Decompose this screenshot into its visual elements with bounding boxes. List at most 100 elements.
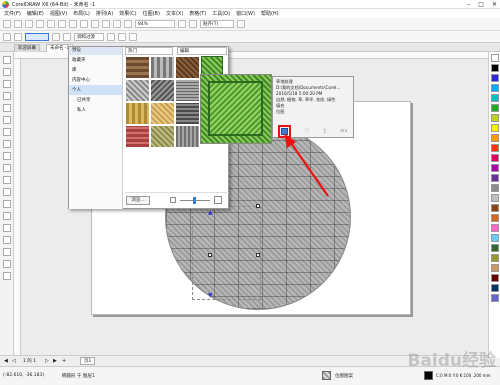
node-icon[interactable] <box>14 32 22 41</box>
menu-file[interactable]: 文件(F) <box>4 10 21 17</box>
add-page-icon[interactable]: + <box>62 358 66 364</box>
folder-content-center[interactable]: 内容中心 <box>69 75 122 85</box>
pattern-thumbnail[interactable] <box>150 102 175 125</box>
folder-private[interactable]: 私人 <box>69 105 122 115</box>
polygon-tool-icon[interactable] <box>3 152 11 160</box>
pattern-thumbnail[interactable] <box>125 102 150 125</box>
palette-swatch[interactable] <box>491 164 499 172</box>
fill-edit-icon[interactable] <box>63 32 71 41</box>
palette-swatch[interactable] <box>491 214 499 222</box>
launcher-icon[interactable] <box>124 20 132 28</box>
blend-tool-icon[interactable] <box>3 212 11 220</box>
palette-swatch[interactable] <box>491 234 499 242</box>
palette-swatch[interactable] <box>491 274 499 282</box>
palette-swatch[interactable] <box>491 174 499 182</box>
palette-swatch[interactable] <box>491 124 499 132</box>
last-page-icon[interactable]: ▶ <box>53 358 57 364</box>
pattern-thumbnail[interactable] <box>125 79 150 102</box>
folder-library[interactable]: 库 <box>69 65 122 75</box>
ellipse-tool-icon[interactable] <box>3 140 11 148</box>
paste-icon[interactable] <box>69 20 77 28</box>
pattern-thumbnail[interactable] <box>150 125 175 148</box>
save-icon[interactable] <box>25 20 33 28</box>
prev-page-icon[interactable]: ◁ <box>12 358 16 364</box>
zoom-slider-thumb[interactable] <box>193 197 196 204</box>
menu-effects[interactable]: 效果(C) <box>119 10 136 17</box>
menu-layout[interactable]: 布局(L) <box>73 10 90 17</box>
palette-swatch[interactable] <box>491 184 499 192</box>
import-icon[interactable] <box>102 20 110 28</box>
minimize-icon[interactable]: – <box>467 1 470 8</box>
page-tab[interactable]: 页1 <box>80 357 96 365</box>
mirror-icon[interactable] <box>118 32 126 41</box>
palette-swatch[interactable] <box>491 294 499 302</box>
filter-combo[interactable]: 编辑 <box>177 47 227 55</box>
fill-type-dropdown[interactable] <box>25 32 49 41</box>
text-tool-icon[interactable] <box>3 176 11 184</box>
palette-swatch[interactable] <box>491 244 499 252</box>
apply-fill-button[interactable] <box>278 124 292 138</box>
menu-view[interactable]: 视图(V) <box>50 10 67 17</box>
basic-shapes-icon[interactable] <box>3 164 11 172</box>
vertical-ruler[interactable] <box>14 59 21 355</box>
transparency-icon[interactable] <box>107 32 115 41</box>
pattern-thumbnail[interactable] <box>175 56 200 79</box>
copy-properties-icon[interactable] <box>129 32 137 41</box>
pattern-thumbnail[interactable] <box>150 79 175 102</box>
parallel-dimension-icon[interactable] <box>3 188 11 196</box>
share-icon[interactable]: ⇪ <box>322 128 327 135</box>
menu-bitmaps[interactable]: 位图(B) <box>143 10 160 17</box>
menu-edit[interactable]: 编辑(E) <box>27 10 44 17</box>
maximize-icon[interactable]: □ <box>478 1 484 8</box>
menu-help[interactable]: 帮助(H) <box>261 10 279 17</box>
pattern-thumbnail[interactable] <box>175 79 200 102</box>
palette-swatch[interactable] <box>491 104 499 112</box>
selection-handle[interactable] <box>208 253 212 257</box>
palette-swatch[interactable] <box>491 94 499 102</box>
browse-button[interactable]: 浏览... <box>126 196 150 205</box>
menu-table[interactable]: 表格(T) <box>189 10 206 17</box>
menu-arrange[interactable]: 排列(A) <box>96 10 113 17</box>
folder-personal[interactable]: 个人 <box>69 85 122 95</box>
palette-swatch[interactable] <box>491 144 499 152</box>
pattern-thumbnail[interactable] <box>125 125 150 148</box>
snap-to-combo[interactable]: 贴齐(T) <box>200 20 234 28</box>
pattern-thumbnail[interactable] <box>125 56 150 79</box>
transparency-tool-icon[interactable] <box>3 224 11 232</box>
cut-icon[interactable] <box>47 20 55 28</box>
eyedropper-icon[interactable] <box>3 236 11 244</box>
print-icon[interactable] <box>36 20 44 28</box>
favorite-heart-icon[interactable]: ♡ <box>304 128 309 135</box>
shape-tool-icon[interactable] <box>3 68 11 76</box>
palette-swatch[interactable] <box>491 74 499 82</box>
palette-swatch[interactable] <box>491 114 499 122</box>
first-page-icon[interactable]: ◀ <box>4 358 8 364</box>
blend-combo[interactable]: 调和过渡 <box>74 32 104 41</box>
zoom-tool-icon[interactable] <box>3 92 11 100</box>
zoom-combo[interactable]: 84% <box>135 20 175 28</box>
export-icon[interactable] <box>113 20 121 28</box>
palette-swatch[interactable] <box>491 84 499 92</box>
crop-tool-icon[interactable] <box>3 80 11 88</box>
palette-swatch[interactable] <box>491 254 499 262</box>
outline-pen-icon[interactable] <box>3 248 11 256</box>
palette-swatch[interactable] <box>491 224 499 232</box>
menu-tools[interactable]: 工具(O) <box>212 10 230 17</box>
pattern-thumbnail[interactable] <box>150 56 175 79</box>
outline-indicator-icon[interactable] <box>424 371 433 380</box>
tab-welcome[interactable]: 欢迎屏幕 <box>14 44 40 52</box>
copy-icon[interactable] <box>58 20 66 28</box>
selection-handle[interactable] <box>256 204 260 208</box>
options-icon[interactable] <box>237 20 245 28</box>
new-document-icon[interactable] <box>3 20 11 28</box>
rectangle-tool-icon[interactable] <box>3 128 11 136</box>
undo-icon[interactable] <box>80 20 88 28</box>
palette-swatch[interactable] <box>491 54 499 62</box>
fill-tool-icon[interactable] <box>3 260 11 268</box>
close-icon[interactable]: ✕ <box>492 1 497 8</box>
palette-swatch[interactable] <box>491 264 499 272</box>
menu-text[interactable]: 文本(X) <box>166 10 183 17</box>
menu-window[interactable]: 窗口(W) <box>236 10 255 17</box>
category-combo[interactable]: 热门 <box>125 47 173 55</box>
selection-handle[interactable] <box>256 253 260 257</box>
